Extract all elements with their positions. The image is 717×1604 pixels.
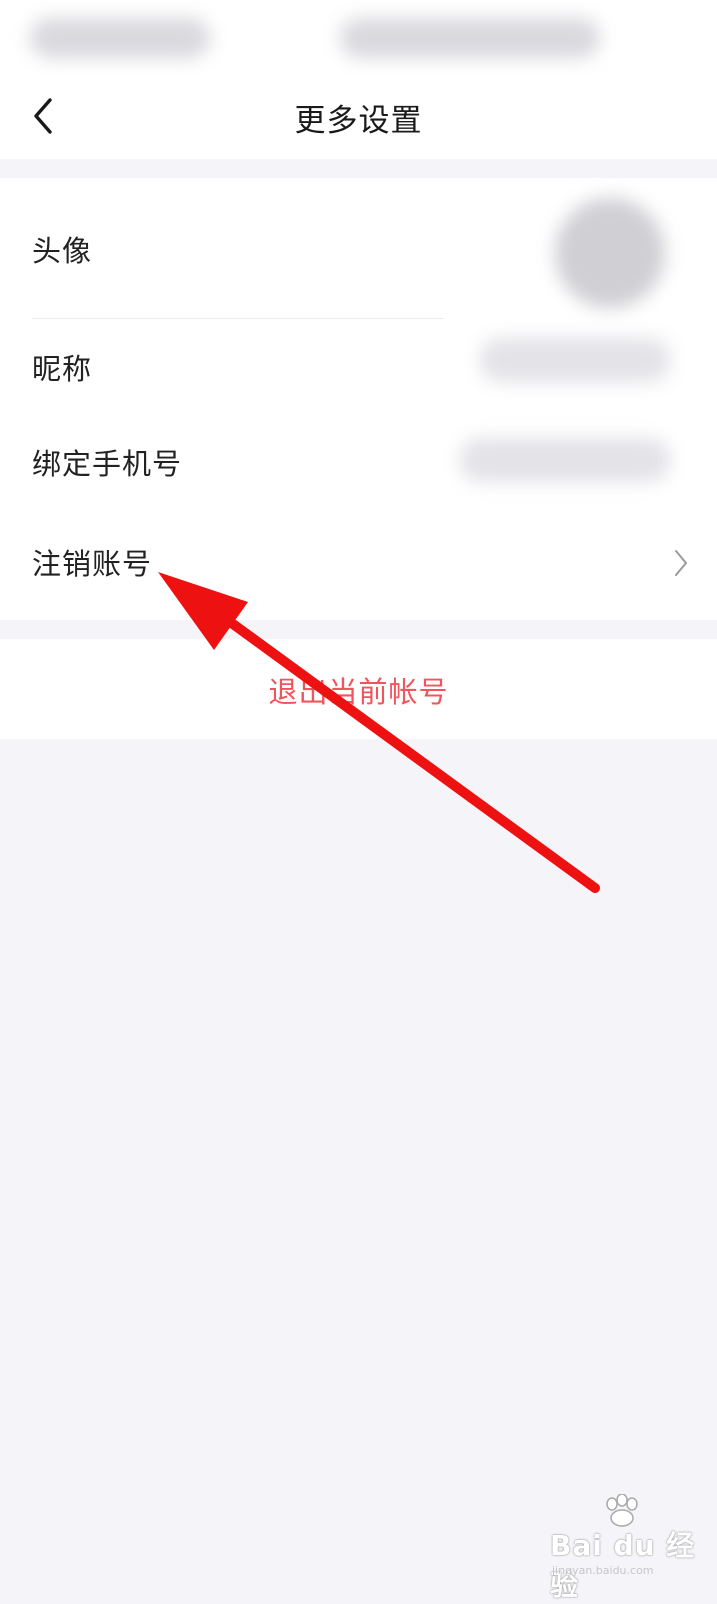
logout-label: 退出当前帐号 <box>268 675 449 709</box>
baidu-watermark: Bai du 经验 jingyan.baidu.com <box>550 1494 710 1602</box>
settings-row-nickname[interactable]: 昵称 <box>0 319 717 419</box>
page-title: 更多设置 <box>294 103 423 139</box>
row-label-deactivate: 注销账号 <box>32 547 153 581</box>
settings-list: 头像 昵称 绑定手机号 注销账号 <box>0 178 717 620</box>
status-left-blur <box>30 18 210 58</box>
settings-row-phone[interactable]: 绑定手机号 <box>0 419 717 519</box>
row-label-avatar: 头像 <box>32 234 93 268</box>
row-label-phone: 绑定手机号 <box>32 447 183 481</box>
paw-icon <box>606 1494 638 1527</box>
watermark-url: jingyan.baidu.com <box>552 1564 654 1577</box>
row-label-nickname: 昵称 <box>32 352 93 386</box>
logout-button[interactable]: 退出当前帐号 <box>0 639 717 739</box>
settings-row-avatar[interactable]: 头像 <box>0 178 717 318</box>
status-bar <box>0 0 717 75</box>
settings-row-deactivate[interactable]: 注销账号 <box>0 519 717 620</box>
status-right-blur <box>340 18 600 58</box>
chevron-right-icon <box>675 550 687 576</box>
nav-bar: 更多设置 <box>0 75 717 159</box>
